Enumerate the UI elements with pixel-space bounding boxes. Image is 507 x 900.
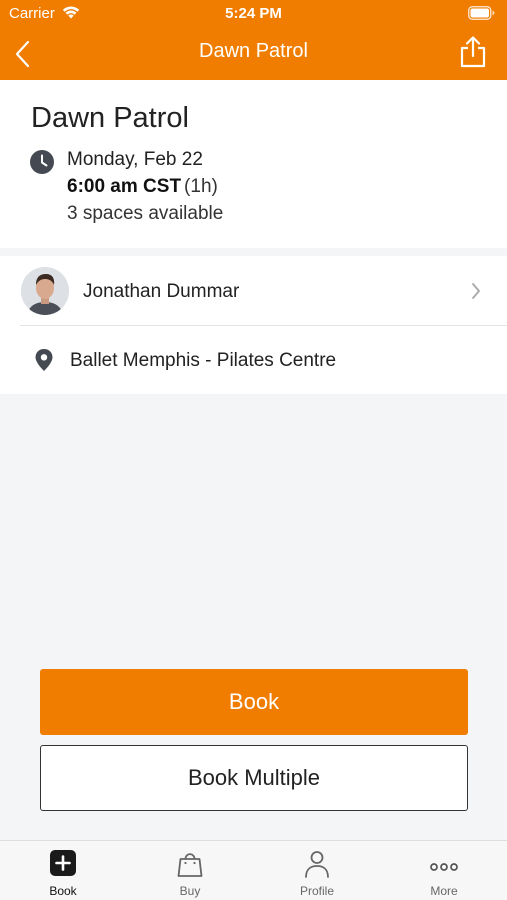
book-button[interactable]: Book: [40, 669, 468, 735]
share-button[interactable]: [457, 34, 489, 70]
status-bar: Carrier 5:24 PM: [0, 0, 507, 28]
battery-icon: [468, 6, 495, 24]
spaces-available: 3 spaces available: [67, 203, 224, 224]
tab-book-label: Book: [49, 884, 77, 898]
person-icon: [304, 850, 330, 883]
share-icon: [460, 36, 486, 68]
tab-book[interactable]: Book: [0, 841, 126, 900]
class-title: Dawn Patrol: [31, 102, 189, 134]
tab-buy-label: Buy: [179, 884, 201, 898]
location-name: Ballet Memphis - Pilates Centre: [70, 350, 337, 371]
instructor-row[interactable]: Jonathan Dummar: [0, 256, 507, 326]
class-details: Dawn Patrol Monday, Feb 22 6:00 am CST (1…: [0, 80, 507, 248]
nav-title: Dawn Patrol: [199, 40, 308, 62]
instructor-name: Jonathan Dummar: [83, 281, 240, 302]
class-time: 6:00 am CST: [67, 176, 182, 197]
more-dots-icon: [430, 858, 458, 876]
class-info: Jonathan Dummar Ballet Memphis - Pilates…: [0, 256, 507, 394]
avatar: [21, 267, 69, 315]
tab-buy[interactable]: Buy: [127, 841, 253, 900]
header: Carrier 5:24 PM Dawn Patrol: [0, 0, 507, 80]
tab-profile-label: Profile: [299, 884, 334, 898]
tab-bar: Book Buy Profile More: [0, 840, 507, 900]
status-time: 5:24 PM: [225, 5, 282, 22]
book-multiple-button[interactable]: Book Multiple: [40, 745, 468, 811]
class-duration: (1h): [184, 176, 218, 197]
tab-more-label: More: [430, 884, 458, 898]
plus-square-icon: [50, 850, 76, 881]
section-gap: [0, 248, 507, 256]
location-pin-icon: [35, 349, 53, 376]
tab-more[interactable]: More: [381, 841, 507, 900]
tab-profile[interactable]: Profile: [254, 841, 380, 900]
location-row: Ballet Memphis - Pilates Centre: [0, 326, 507, 394]
nav-bar: Dawn Patrol: [0, 28, 507, 80]
shopping-bag-icon: [177, 850, 203, 883]
clock-icon: [30, 150, 54, 179]
class-date: Monday, Feb 22: [67, 149, 203, 170]
class-time-row: 6:00 am CST (1h): [67, 176, 218, 198]
chevron-right-icon: [471, 282, 481, 305]
